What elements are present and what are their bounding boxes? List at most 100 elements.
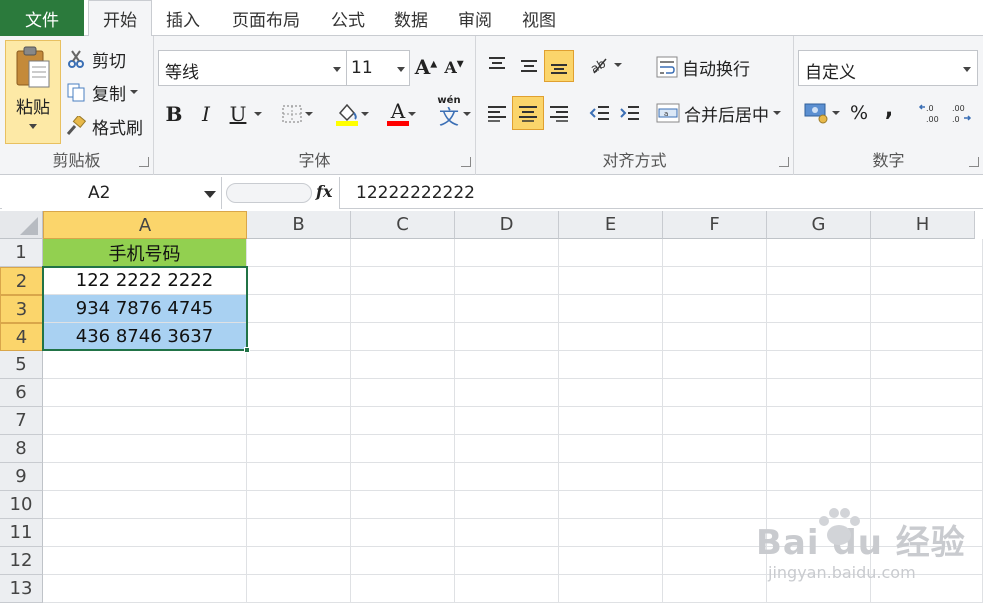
italic-button[interactable]: I bbox=[194, 98, 218, 130]
cell-a1[interactable]: 手机号码 bbox=[43, 239, 247, 267]
borders-button[interactable] bbox=[280, 102, 314, 126]
cell-b1[interactable] bbox=[247, 239, 351, 267]
cell-f10[interactable] bbox=[663, 491, 767, 519]
cell-h4[interactable] bbox=[871, 323, 983, 351]
fill-color-button[interactable] bbox=[332, 100, 372, 128]
column-header-h[interactable]: H bbox=[871, 211, 975, 239]
cell-h2[interactable] bbox=[871, 267, 983, 295]
cell-e12[interactable] bbox=[559, 547, 663, 575]
align-right-button[interactable] bbox=[544, 98, 574, 128]
cell-f4[interactable] bbox=[663, 323, 767, 351]
cell-e10[interactable] bbox=[559, 491, 663, 519]
row-header-7[interactable]: 7 bbox=[0, 407, 43, 435]
orientation-button[interactable]: ab bbox=[586, 50, 624, 80]
tab-review[interactable]: 审阅 bbox=[444, 0, 506, 36]
cell-f6[interactable] bbox=[663, 379, 767, 407]
cell-a7[interactable] bbox=[43, 407, 247, 435]
tab-page-layout[interactable]: 页面布局 bbox=[216, 0, 316, 36]
cell-e3[interactable] bbox=[559, 295, 663, 323]
cell-a12[interactable] bbox=[43, 547, 247, 575]
cell-f7[interactable] bbox=[663, 407, 767, 435]
cell-e9[interactable] bbox=[559, 463, 663, 491]
comma-style-button[interactable]: , bbox=[878, 94, 900, 124]
cell-e2[interactable] bbox=[559, 267, 663, 295]
decrease-indent-button[interactable] bbox=[586, 98, 614, 128]
row-header-9[interactable]: 9 bbox=[0, 463, 43, 491]
insert-function-icon[interactable]: fx bbox=[316, 182, 332, 201]
font-name-select[interactable]: 等线 bbox=[158, 50, 348, 86]
column-header-b[interactable]: B bbox=[247, 211, 351, 239]
cell-c5[interactable] bbox=[351, 351, 455, 379]
cell-d9[interactable] bbox=[455, 463, 559, 491]
cell-d12[interactable] bbox=[455, 547, 559, 575]
accounting-format-button[interactable] bbox=[802, 98, 842, 128]
cell-a3[interactable]: 934 7876 4745 bbox=[43, 295, 247, 323]
cell-c12[interactable] bbox=[351, 547, 455, 575]
cell-c2[interactable] bbox=[351, 267, 455, 295]
number-format-select[interactable]: 自定义 bbox=[798, 50, 978, 86]
cell-c10[interactable] bbox=[351, 491, 455, 519]
tab-view[interactable]: 视图 bbox=[508, 0, 570, 36]
cell-b6[interactable] bbox=[247, 379, 351, 407]
dialog-launcher-icon[interactable] bbox=[461, 157, 471, 167]
cell-e7[interactable] bbox=[559, 407, 663, 435]
fill-handle[interactable] bbox=[244, 347, 250, 353]
cell-b8[interactable] bbox=[247, 435, 351, 463]
cell-f11[interactable] bbox=[663, 519, 767, 547]
cell-f1[interactable] bbox=[663, 239, 767, 267]
cell-b11[interactable] bbox=[247, 519, 351, 547]
select-all-button[interactable] bbox=[0, 211, 43, 239]
column-header-g[interactable]: G bbox=[767, 211, 871, 239]
cell-g8[interactable] bbox=[767, 435, 871, 463]
cell-f12[interactable] bbox=[663, 547, 767, 575]
cut-button[interactable]: 剪切 bbox=[66, 46, 150, 72]
cell-e8[interactable] bbox=[559, 435, 663, 463]
cell-c9[interactable] bbox=[351, 463, 455, 491]
dialog-launcher-icon[interactable] bbox=[779, 157, 789, 167]
cell-e6[interactable] bbox=[559, 379, 663, 407]
formula-input[interactable]: 12222222222 bbox=[356, 177, 475, 209]
chevron-down-icon[interactable] bbox=[254, 112, 262, 116]
cell-f3[interactable] bbox=[663, 295, 767, 323]
cell-d2[interactable] bbox=[455, 267, 559, 295]
cell-g7[interactable] bbox=[767, 407, 871, 435]
format-painter-button[interactable]: 格式刷 bbox=[66, 113, 150, 139]
cell-f2[interactable] bbox=[663, 267, 767, 295]
row-header-11[interactable]: 11 bbox=[0, 519, 43, 547]
cell-b5[interactable] bbox=[247, 351, 351, 379]
row-header-10[interactable]: 10 bbox=[0, 491, 43, 519]
column-header-c[interactable]: C bbox=[351, 211, 455, 239]
cell-a10[interactable] bbox=[43, 491, 247, 519]
cell-d6[interactable] bbox=[455, 379, 559, 407]
cell-e5[interactable] bbox=[559, 351, 663, 379]
row-header-8[interactable]: 8 bbox=[0, 435, 43, 463]
row-header-6[interactable]: 6 bbox=[0, 379, 43, 407]
cell-f8[interactable] bbox=[663, 435, 767, 463]
merge-center-button[interactable]: a 合并后居中 bbox=[656, 98, 790, 128]
increase-indent-button[interactable] bbox=[616, 98, 644, 128]
row-header-1[interactable]: 1 bbox=[0, 239, 43, 267]
cell-e4[interactable] bbox=[559, 323, 663, 351]
copy-button[interactable]: 复制 bbox=[66, 79, 150, 105]
align-bottom-button[interactable] bbox=[544, 50, 574, 82]
cell-c4[interactable] bbox=[351, 323, 455, 351]
chevron-down-icon[interactable] bbox=[408, 112, 416, 116]
cell-a2[interactable]: 122 2222 2222 bbox=[43, 267, 247, 295]
cell-d11[interactable] bbox=[455, 519, 559, 547]
column-header-a[interactable]: A bbox=[43, 211, 247, 239]
name-box[interactable]: A2 bbox=[2, 177, 222, 209]
cell-c13[interactable] bbox=[351, 575, 455, 603]
cell-a6[interactable] bbox=[43, 379, 247, 407]
decrease-decimal-button[interactable]: .00 .0 bbox=[948, 98, 978, 128]
row-header-3[interactable]: 3 bbox=[0, 295, 43, 323]
cell-e13[interactable] bbox=[559, 575, 663, 603]
cell-a4[interactable]: 436 8746 3637 bbox=[43, 323, 247, 351]
cell-g4[interactable] bbox=[767, 323, 871, 351]
cell-h3[interactable] bbox=[871, 295, 983, 323]
row-header-5[interactable]: 5 bbox=[0, 351, 43, 379]
cell-b10[interactable] bbox=[247, 491, 351, 519]
column-header-e[interactable]: E bbox=[559, 211, 663, 239]
align-top-button[interactable] bbox=[482, 50, 512, 80]
cell-d3[interactable] bbox=[455, 295, 559, 323]
formula-bar-toggle[interactable] bbox=[226, 183, 312, 203]
